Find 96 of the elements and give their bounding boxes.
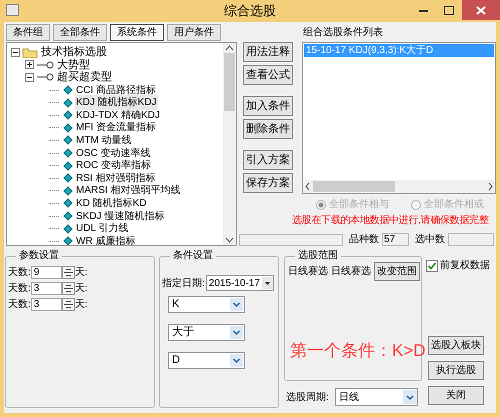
- spinner-icon[interactable]: [62, 282, 75, 294]
- horizontal-scrollbar[interactable]: [303, 180, 495, 193]
- side-button[interactable]: 删除条件: [243, 119, 293, 139]
- scroll-up-icon: [225, 43, 234, 53]
- dropdown-icon: [262, 277, 273, 289]
- count-field: 57: [382, 233, 409, 246]
- action-button[interactable]: 关闭: [428, 386, 484, 405]
- group-title: 参数设置: [16, 249, 62, 263]
- tab[interactable]: 系统条件: [110, 24, 164, 41]
- count-label: 品种数: [349, 232, 379, 247]
- list-label: 组合选股条件列表: [302, 26, 384, 40]
- side-button[interactable]: 引入方案: [243, 150, 293, 170]
- diamond-icon: [63, 109, 73, 122]
- action-button[interactable]: 选股入板块: [428, 336, 484, 355]
- scroll-down-icon: [225, 235, 234, 245]
- period-label: 选股周期:: [285, 390, 329, 404]
- folder-icon: [22, 46, 38, 58]
- diamond-icon: [63, 172, 73, 184]
- diamond-icon: [63, 235, 73, 245]
- tree-item[interactable]: RSI 相对强弱指标: [75, 170, 156, 186]
- action-button[interactable]: 执行选股: [428, 361, 484, 380]
- spinner-icon[interactable]: [62, 266, 75, 278]
- condition-select[interactable]: K: [168, 296, 245, 313]
- window-title: 综合选股: [224, 2, 276, 20]
- condition-select[interactable]: 大于: [168, 324, 245, 341]
- selected-count-label: 选中数: [415, 232, 445, 247]
- vertical-scrollbar[interactable]: [223, 43, 236, 245]
- notice-text: 选股在下载的本地数据中进行,请确保数据完整: [292, 214, 488, 228]
- unit-label: 天:: [74, 266, 88, 280]
- key-icon: [36, 58, 54, 71]
- scroll-thumb[interactable]: [224, 53, 235, 111]
- condition-select[interactable]: D: [168, 352, 245, 369]
- diamond-icon: [63, 222, 73, 235]
- tree-item[interactable]: WR 威廉指标: [75, 234, 136, 245]
- dropdown-icon: [402, 390, 417, 404]
- diamond-icon: [63, 184, 73, 197]
- tab[interactable]: 用户条件: [167, 24, 221, 41]
- collapse-icon[interactable]: [11, 48, 20, 57]
- scroll-thumb[interactable]: [313, 181, 395, 192]
- tree-item[interactable]: ROC 变动率指标: [75, 158, 152, 174]
- unit-label: 天:: [74, 298, 88, 312]
- tree-item[interactable]: MTM 动量线: [75, 132, 133, 148]
- diamond-icon: [63, 84, 73, 96]
- date-label: 指定日期:: [162, 276, 205, 290]
- close-button[interactable]: [462, 0, 500, 20]
- checkbox[interactable]: [426, 260, 438, 272]
- tree-item[interactable]: SKDJ 慢速随机指标: [75, 208, 166, 224]
- minimize-icon: [418, 8, 428, 12]
- days-field[interactable]: 3: [30, 298, 62, 310]
- indicator-tree[interactable]: 技术指标选股 大势型 超买超卖型 CCI 商品路径指标 KDJ 随机指标KDJ KDJ-TDX 精确KDJ MFI 资金流量指标 MTM 动量线 OSC 变动速率线 ROC 变动率指标 RSI 相对强弱指标 MARSI 相对强弱平均线 KD 随机指标KD SKDJ 慢速随机指标 UDL 引力线 WR 威廉指标: [6, 42, 237, 246]
- tree-item[interactable]: MFI 资金流量指标: [75, 120, 157, 136]
- diamond-icon: [63, 197, 73, 210]
- period-select[interactable]: 日线: [334, 388, 418, 406]
- dropdown-icon: [230, 354, 243, 367]
- dropdown-icon: [230, 326, 243, 339]
- close-icon: [476, 6, 486, 14]
- side-button[interactable]: 查看公式: [243, 65, 293, 85]
- days-field[interactable]: 9: [30, 266, 62, 278]
- diamond-icon: [63, 122, 73, 134]
- tab[interactable]: 条件组: [6, 24, 50, 41]
- tab[interactable]: 全部条件: [53, 24, 107, 41]
- unit-label: 天:: [74, 282, 88, 296]
- diamond-icon: [63, 96, 73, 109]
- side-button[interactable]: 用法注释: [243, 42, 293, 62]
- side-button[interactable]: 加入条件: [243, 96, 293, 116]
- tree-item[interactable]: MARSI 相对强弱平均线: [75, 183, 182, 198]
- tree-item[interactable]: UDL 引力线: [75, 221, 130, 236]
- checkbox-label: 前复权数据: [440, 258, 490, 273]
- maximize-icon: [444, 6, 454, 14]
- radio-label: 全部条件相与: [329, 198, 389, 212]
- key-icon: [36, 71, 54, 84]
- tree-item[interactable]: OSC 变动速率线: [75, 146, 152, 161]
- field-label: 天数:: [8, 282, 31, 296]
- date-picker[interactable]: 2015-10-17: [206, 275, 274, 291]
- tree-item[interactable]: KD 随机指标KD: [75, 196, 148, 211]
- app-icon: [6, 4, 19, 16]
- diamond-icon: [63, 160, 73, 172]
- field-label: 天数:: [8, 266, 31, 280]
- diamond-icon: [63, 147, 73, 160]
- scope-text: 日线赛选: [331, 264, 371, 279]
- spinner-icon[interactable]: [62, 298, 75, 310]
- diamond-icon: [63, 134, 73, 146]
- selected-count-field: [448, 233, 494, 246]
- change-scope-button[interactable]: 改变范围: [374, 262, 420, 281]
- radio-label: 全部条件相或: [424, 198, 484, 212]
- side-button[interactable]: 保存方案: [243, 173, 293, 193]
- annotation-text: 第一个条件：K>D: [290, 340, 426, 362]
- days-field[interactable]: 3: [30, 282, 62, 294]
- field-label: 天数:: [8, 298, 31, 312]
- tree-item[interactable]: KDJ-TDX 精确KDJ: [75, 108, 161, 123]
- diamond-icon: [63, 210, 73, 222]
- collapse-icon[interactable]: [25, 72, 34, 82]
- tree-item[interactable]: KDJ 随机指标KDJ: [75, 95, 158, 110]
- expand-icon[interactable]: [25, 60, 34, 70]
- dropdown-icon: [230, 298, 243, 311]
- scope-text: 日线赛选: [288, 264, 328, 279]
